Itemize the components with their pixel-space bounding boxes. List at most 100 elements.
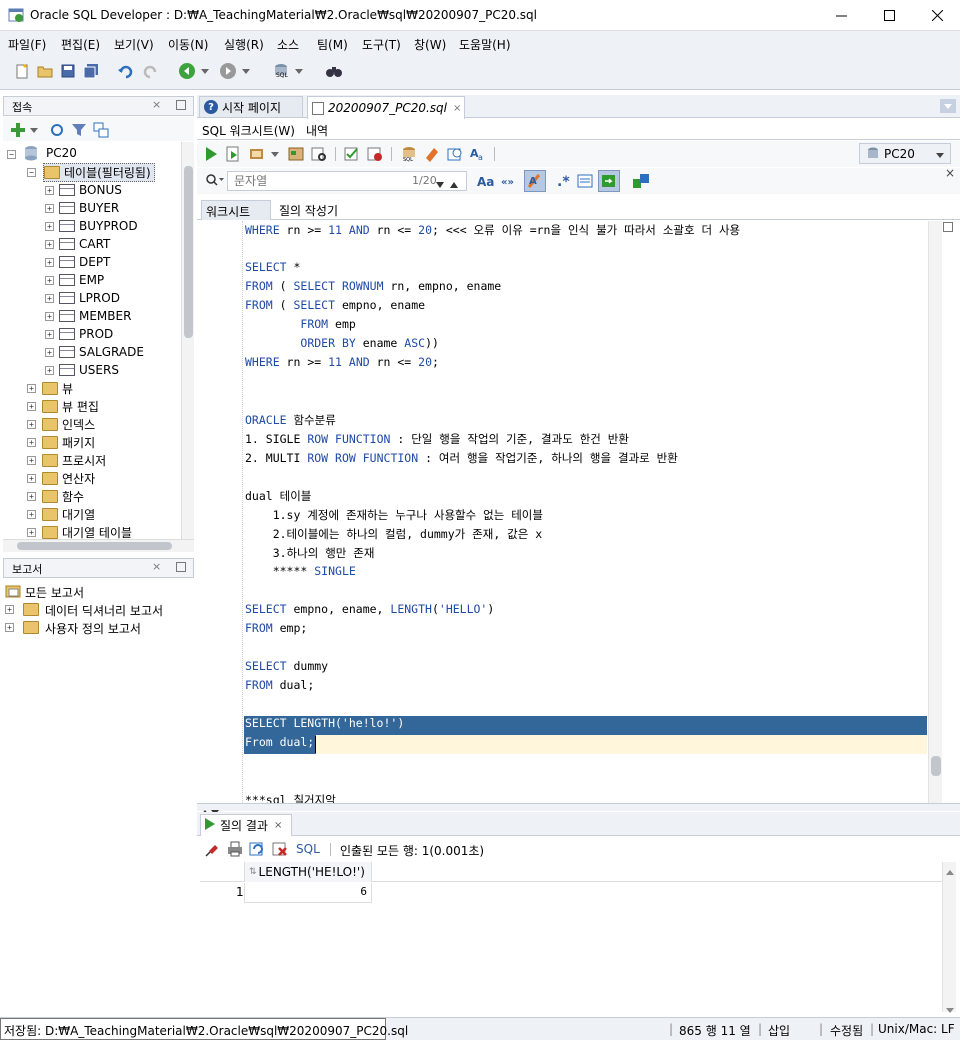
cancel-query-icon[interactable] [270, 839, 290, 859]
tree-expander[interactable]: + [27, 419, 36, 429]
pin-icon[interactable] [203, 839, 223, 859]
connections-vscrollbar[interactable] [181, 142, 194, 539]
grid-column-header[interactable]: ⇅ LENGTH('HE!LO!') [244, 862, 372, 882]
tree-schema-node[interactable]: + 연산자 [27, 469, 95, 487]
sql-dropdown-icon[interactable] [293, 61, 305, 81]
tree-table-item[interactable]: + DEPT [45, 253, 110, 271]
wrap-search-icon[interactable] [575, 171, 595, 191]
results-vscrollbar[interactable] [942, 862, 956, 1013]
tree-expander[interactable]: + [27, 473, 36, 483]
autotrace-dropdown-icon[interactable] [269, 144, 281, 164]
scroll-down-icon[interactable] [946, 1002, 954, 1016]
menu-source[interactable]: 소스 [277, 36, 299, 53]
tree-table-item[interactable]: + EMP [45, 271, 104, 289]
new-file-icon[interactable] [12, 61, 32, 81]
run-statement-icon[interactable] [201, 144, 221, 164]
save-icon[interactable] [58, 61, 78, 81]
autotrace-icon[interactable] [247, 144, 267, 164]
tree-expander[interactable]: + [45, 311, 54, 321]
tree-expander[interactable]: + [27, 491, 36, 501]
add-dropdown-icon[interactable] [29, 120, 39, 140]
schema-browser-icon[interactable] [91, 120, 111, 140]
tree-expander[interactable]: + [45, 203, 54, 213]
connection-selector[interactable]: PC20 [859, 143, 951, 164]
back-icon[interactable] [177, 61, 197, 81]
find-options-icon[interactable] [631, 171, 651, 191]
tree-table-item[interactable]: + SALGRADE [45, 343, 144, 361]
back-dropdown-icon[interactable] [199, 61, 211, 81]
sql-view-link[interactable]: SQL [296, 842, 320, 856]
tree-expander[interactable]: + [27, 437, 36, 447]
tree-table-item[interactable]: + USERS [45, 361, 119, 379]
menu-tools[interactable]: 도구(T) [362, 36, 401, 53]
tree-expander[interactable]: + [27, 527, 36, 537]
tree-connection-pc20[interactable]: PC20 [46, 146, 77, 160]
close-panel-icon[interactable]: × [152, 98, 161, 111]
menu-file[interactable]: 파일(F) [8, 36, 46, 53]
tree-item-all-reports[interactable]: 모든 보고서 [25, 584, 84, 601]
close-panel-icon[interactable]: × [152, 560, 161, 573]
clear-eraser-icon[interactable] [422, 144, 442, 164]
menu-window[interactable]: 창(W) [414, 36, 446, 53]
tab-query-result[interactable]: 질의 결과 × [200, 814, 292, 836]
code-editor[interactable]: WHERE rn >= 11 AND rn <= 20; <<< 오류 이유 =… [200, 221, 942, 803]
tab-list-dropdown-icon[interactable] [940, 99, 956, 113]
unshared-sql-icon[interactable]: SQL [399, 144, 419, 164]
regex-toggle-icon[interactable]: A [524, 170, 546, 192]
commit-icon[interactable] [342, 144, 362, 164]
tree-expander[interactable]: + [5, 600, 25, 618]
print-icon[interactable] [225, 839, 245, 859]
sql-tuning-icon[interactable] [309, 144, 329, 164]
undo-icon[interactable] [116, 61, 136, 81]
tree-schema-node[interactable]: + 뷰 편집 [27, 397, 99, 415]
forward-dropdown-icon[interactable] [240, 61, 252, 81]
maximize-button[interactable] [866, 0, 912, 31]
tree-expander[interactable]: + [27, 509, 36, 519]
refresh-icon[interactable] [47, 120, 67, 140]
refresh-results-icon[interactable] [247, 839, 267, 859]
minimize-button[interactable] [818, 0, 864, 31]
tree-expander[interactable]: + [45, 293, 54, 303]
tree-table-item[interactable]: + BUYER [45, 199, 119, 217]
close-find-icon[interactable]: × [945, 166, 955, 180]
match-case-icon[interactable]: Aa [476, 171, 496, 191]
table-row[interactable]: 1 6 [200, 883, 372, 903]
tree-schema-node[interactable]: + 대기열 테이블 [27, 523, 132, 539]
scroll-thumb[interactable] [17, 542, 172, 550]
find-previous-icon[interactable] [450, 177, 458, 191]
menu-view[interactable]: 보기(V) [114, 36, 154, 53]
save-all-icon[interactable] [81, 61, 101, 81]
binoculars-icon[interactable] [324, 61, 344, 81]
whole-word-icon[interactable]: «» [500, 171, 520, 191]
subtab-history[interactable]: 내역 [306, 122, 328, 139]
tree-schema-node[interactable]: + 인덱스 [27, 415, 95, 433]
tab-sql-file[interactable]: 20200907_PC20.sql × [307, 96, 465, 119]
tree-expander[interactable]: + [45, 347, 54, 357]
search-icon[interactable] [205, 173, 225, 190]
scroll-thumb[interactable] [184, 166, 193, 338]
tree-table-item[interactable]: + PROD [45, 325, 113, 343]
search-input-box[interactable]: 1/20 [227, 171, 467, 191]
find-next-icon[interactable] [436, 177, 444, 191]
highlight-icon[interactable]: .* [552, 171, 572, 191]
tree-schema-node[interactable]: + 패키지 [27, 433, 95, 451]
tree-expander[interactable]: + [45, 221, 54, 231]
close-tab-icon[interactable]: × [453, 103, 461, 114]
forward-icon[interactable] [218, 61, 238, 81]
minimize-panel-icon[interactable] [176, 562, 186, 572]
tree-schema-node[interactable]: + 프로시저 [27, 451, 106, 469]
tree-expander[interactable]: + [27, 383, 36, 393]
add-connection-icon[interactable] [8, 120, 28, 140]
menu-navigate[interactable]: 이동(N) [168, 36, 208, 53]
minimize-panel-icon[interactable] [176, 100, 186, 110]
editor-split-icon[interactable] [943, 222, 953, 232]
close-tab-icon[interactable]: × [274, 820, 282, 831]
replace-toggle-icon[interactable] [598, 170, 620, 192]
menu-run[interactable]: 실행(R) [224, 36, 264, 53]
tab-start-page[interactable]: ? 시작 페이지 [199, 96, 303, 118]
explain-plan-icon[interactable] [286, 144, 306, 164]
tree-table-item[interactable]: + BONUS [45, 181, 122, 199]
tab-worksheet[interactable]: 워크시트 [201, 200, 271, 220]
tree-table-item[interactable]: + CART [45, 235, 110, 253]
tree-expander[interactable]: + [45, 239, 54, 249]
